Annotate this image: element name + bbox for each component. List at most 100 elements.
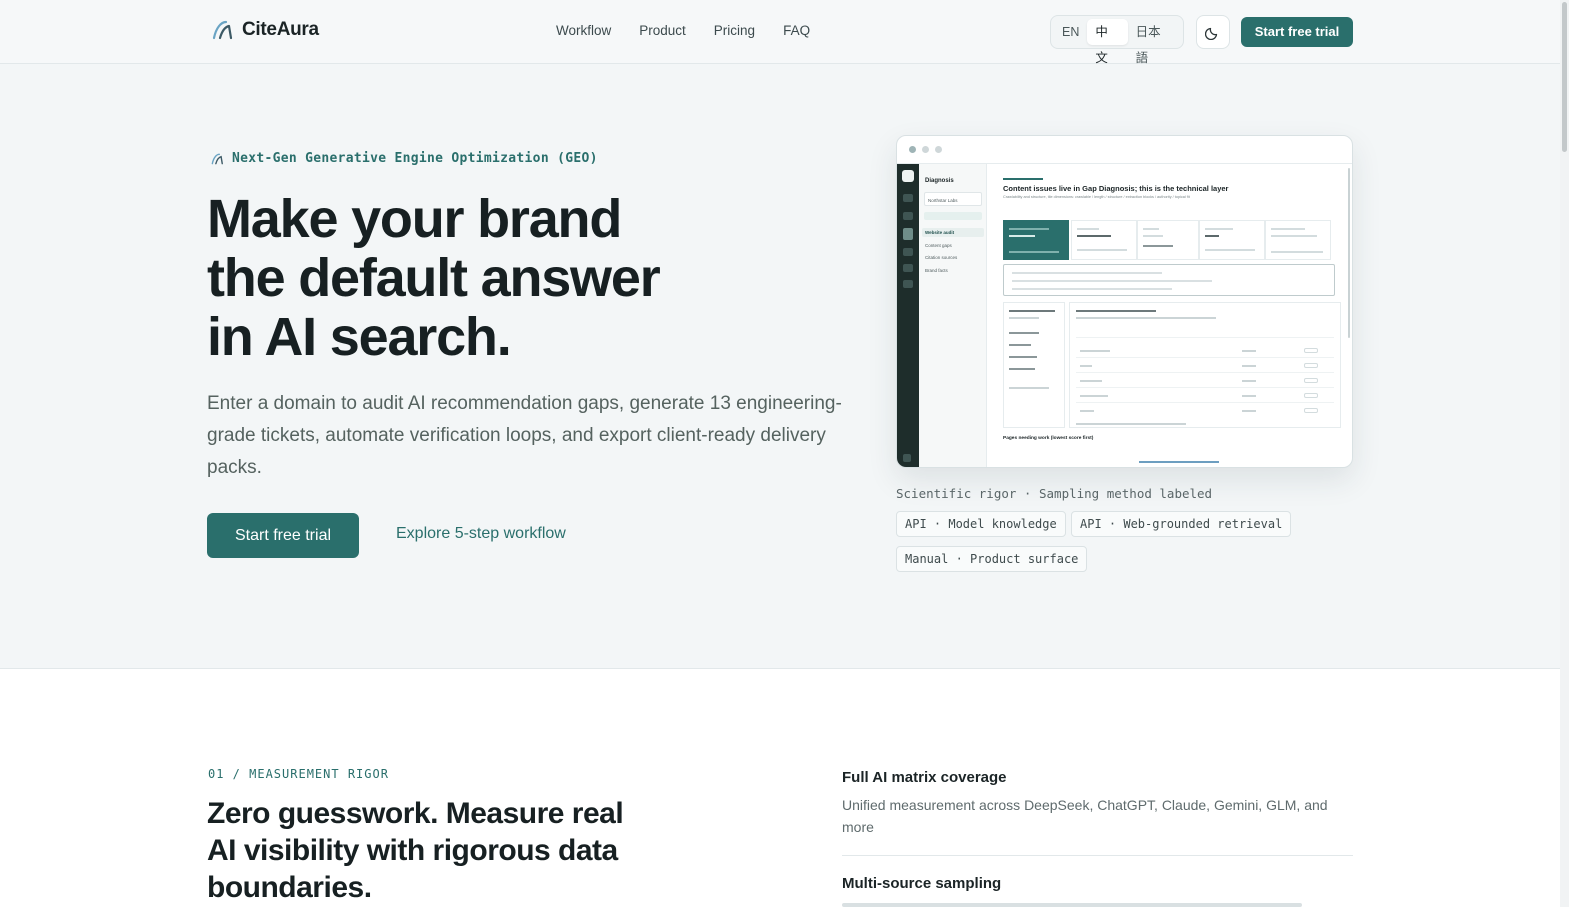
notice-line xyxy=(1012,288,1172,290)
fix-button xyxy=(1304,363,1318,368)
method-chip-product-surface: Manual · Product surface xyxy=(896,546,1088,572)
kpi-card xyxy=(1199,220,1265,260)
kpi-label xyxy=(1077,228,1099,230)
table-row-divider xyxy=(1076,372,1334,373)
feature-title: Full AI matrix coverage xyxy=(842,769,1007,786)
sidebar-item-citation-sources: Citation sources xyxy=(925,255,958,260)
brand-logo[interactable]: CiteAura xyxy=(210,18,319,42)
nav-product[interactable]: Product xyxy=(639,23,686,38)
rail-overview-icon xyxy=(903,194,913,202)
preview-scrollbar xyxy=(1348,168,1350,338)
grade-row xyxy=(1009,332,1039,334)
sidebar-item-brand-facts: Brand facts xyxy=(925,268,948,273)
nav-pricing[interactable]: Pricing xyxy=(714,23,755,38)
rail-tickets-icon xyxy=(903,248,913,256)
table-row xyxy=(1080,410,1094,412)
page-grades-panel xyxy=(1003,302,1065,428)
lang-en-button[interactable]: EN xyxy=(1054,19,1087,45)
language-switcher: EN 中文 日本語 xyxy=(1050,15,1184,65)
kpi-foot xyxy=(1077,249,1127,251)
hero-eyebrow-text: Next-Gen Generative Engine Optimization … xyxy=(232,151,598,166)
window-dot-icon xyxy=(909,146,916,153)
kpi-card xyxy=(1003,220,1069,260)
panel-title xyxy=(1009,310,1055,312)
preview-icon-rail xyxy=(897,164,919,467)
lang-zh-button[interactable]: 中文 xyxy=(1087,19,1128,65)
preview-subheading: Crawlability and structure, tile dimensi… xyxy=(1003,195,1190,199)
notice-line xyxy=(1012,280,1212,282)
feature-divider xyxy=(842,855,1353,856)
panel-note xyxy=(1009,387,1049,389)
grade-row xyxy=(1009,344,1031,346)
kpi-label xyxy=(1205,228,1233,230)
window-dot-icon xyxy=(935,146,942,153)
kpi-label xyxy=(1271,228,1305,230)
product-preview-window: Diagnosis Northstar Labs Website audit C… xyxy=(896,135,1353,468)
rail-collapse-icon xyxy=(903,454,911,462)
explore-workflow-link[interactable]: Explore 5-step workflow xyxy=(396,525,566,543)
grade-row xyxy=(1009,368,1035,370)
theme-toggle-button[interactable] xyxy=(1196,15,1230,49)
rail-monitor-icon xyxy=(903,212,913,220)
table-cell xyxy=(1242,380,1256,382)
preview-notice-box xyxy=(1003,264,1335,296)
kpi-label xyxy=(1009,228,1049,230)
kpi-value xyxy=(1077,235,1111,237)
kpi-card xyxy=(1265,220,1331,260)
kpi-value xyxy=(1205,235,1219,237)
add-brand-pill xyxy=(924,212,982,220)
method-chip-web-retrieval: API · Web-grounded retrieval xyxy=(1071,511,1292,537)
panel-title xyxy=(1076,310,1156,312)
preview-sidebar: Diagnosis Northstar Labs Website audit C… xyxy=(919,164,987,467)
table-row xyxy=(1080,365,1092,367)
table-header-divider xyxy=(1076,337,1334,338)
preview-breadcrumb xyxy=(1003,178,1043,180)
fix-button xyxy=(1304,348,1318,353)
notice-line xyxy=(1012,272,1162,274)
workspace-avatar xyxy=(902,170,914,182)
hero-title-line-2: the default answer xyxy=(207,248,661,308)
table-row xyxy=(1080,350,1110,352)
sidebar-item-content-gaps: Content gaps xyxy=(925,243,952,248)
hero-title: Make your brand the default answer in AI… xyxy=(207,190,847,367)
page-scrollbar[interactable] xyxy=(1560,0,1569,907)
table-cell xyxy=(1242,395,1256,397)
feature-title: Multi-source sampling xyxy=(842,875,1002,892)
measurement-section: 01 / MEASUREMENT RIGOR Zero guesswork. M… xyxy=(0,668,1560,907)
table-cell xyxy=(1242,410,1256,412)
table-cell xyxy=(1242,365,1256,367)
method-chip-model-knowledge: API · Model knowledge xyxy=(896,511,1066,537)
moon-icon xyxy=(1205,27,1218,40)
table-row-divider xyxy=(1076,387,1334,388)
main-nav: Workflow Product Pricing FAQ xyxy=(556,23,810,38)
extraction-gaps-panel xyxy=(1069,302,1341,428)
sidebar-item-website-audit: Website audit xyxy=(925,230,955,235)
hero-title-line-1: Make your brand xyxy=(207,189,622,249)
kpi-card xyxy=(1071,220,1137,260)
header-start-trial-button[interactable]: Start free trial xyxy=(1241,17,1353,47)
page-scrollbar-thumb[interactable] xyxy=(1562,2,1567,152)
preview-sidebar-title: Diagnosis xyxy=(925,178,954,184)
hero-start-trial-button[interactable]: Start free trial xyxy=(207,513,359,558)
table-cell xyxy=(1242,350,1256,352)
kpi-foot xyxy=(1271,251,1323,253)
section-eyebrow: 01 / MEASUREMENT RIGOR xyxy=(208,767,389,781)
preview-heading: Content issues live in Gap Diagnosis; th… xyxy=(1003,184,1229,193)
preview-page-link xyxy=(1139,461,1219,463)
fix-button xyxy=(1304,393,1318,398)
workspace-name: Northstar Labs xyxy=(928,198,958,203)
citeaura-logo-icon xyxy=(212,20,233,40)
nav-workflow[interactable]: Workflow xyxy=(556,23,611,38)
feature-description: Unified measurement across DeepSeek, Cha… xyxy=(842,797,1328,835)
section-title: Zero guesswork. Measure real AI visibili… xyxy=(207,797,624,904)
kpi-value xyxy=(1009,235,1035,237)
kpi-foot xyxy=(1205,249,1255,251)
kpi-card xyxy=(1137,220,1199,260)
fix-button xyxy=(1304,408,1318,413)
lang-ja-button[interactable]: 日本語 xyxy=(1128,19,1180,65)
window-dot-icon xyxy=(922,146,929,153)
table-row xyxy=(1080,395,1108,397)
nav-faq[interactable]: FAQ xyxy=(783,23,810,38)
table-row xyxy=(1080,380,1102,382)
kpi-value xyxy=(1143,235,1163,237)
